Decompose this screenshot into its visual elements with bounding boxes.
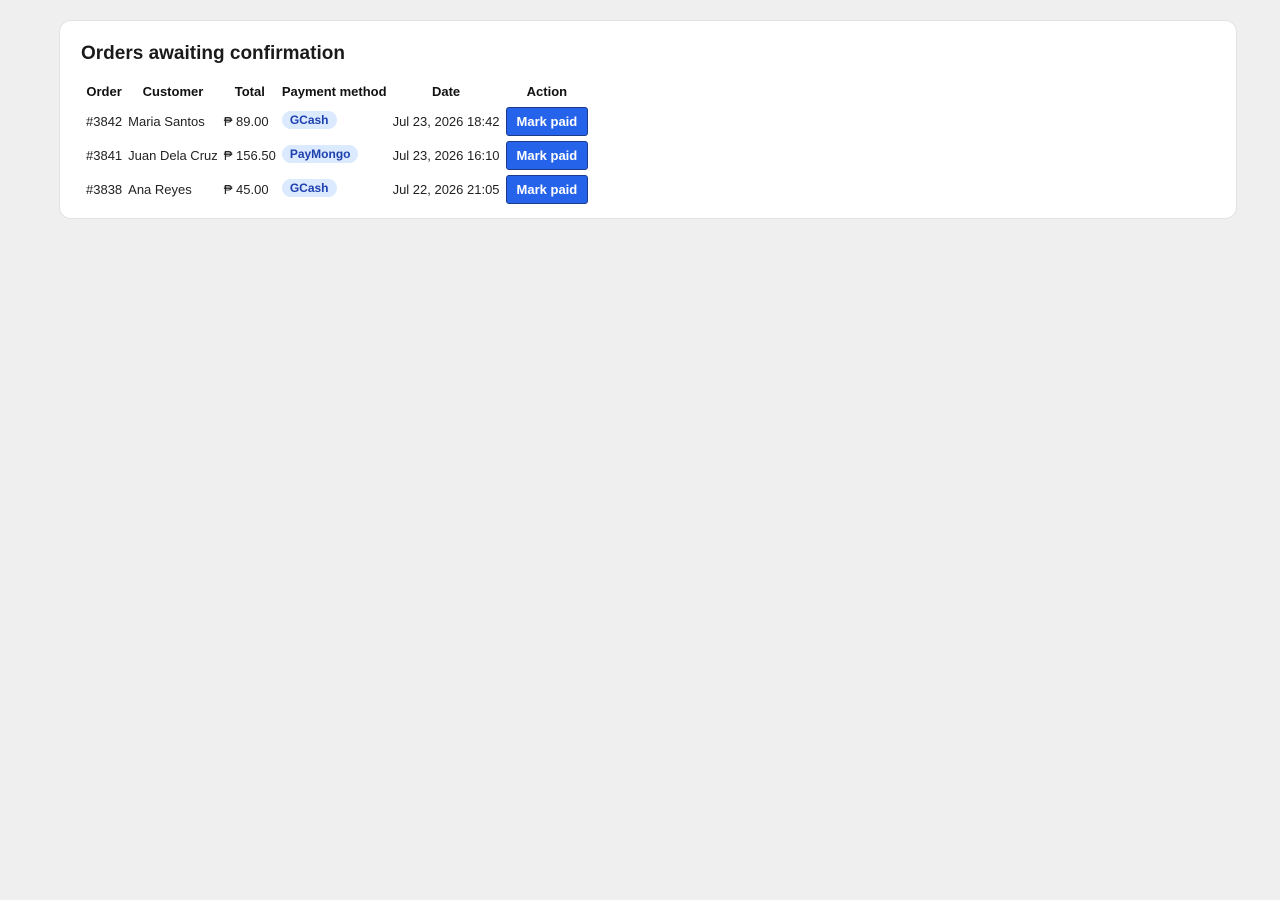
order-date: Jul 23, 2026 16:10: [392, 147, 500, 163]
payment-method-badge: GCash: [281, 111, 337, 129]
payment-method-badge: GCash: [281, 179, 337, 197]
header-customer: Customer: [142, 83, 204, 99]
orders-card: Orders awaiting confirmation Order Custo…: [59, 20, 1237, 219]
table-row: #3842 Maria Santos ₱ 89.00 GCash Jul 23,…: [84, 105, 590, 137]
table-row: #3838 Ana Reyes ₱ 45.00 GCash Jul 22, 20…: [84, 173, 590, 205]
mark-paid-button[interactable]: Mark paid: [505, 140, 589, 170]
order-id: #3838: [86, 181, 123, 197]
customer-name: Maria Santos: [128, 113, 205, 129]
order-id: #3841: [86, 147, 123, 163]
action-cell: Mark paid: [504, 105, 591, 137]
page-title: Orders awaiting confirmation: [81, 43, 345, 64]
action-cell: Mark paid: [504, 173, 591, 205]
header-order: Order: [86, 83, 122, 99]
table-header-row: Order Customer Total Payment method Date…: [84, 79, 590, 103]
header-date: Date: [431, 83, 461, 99]
header-payment-method: Payment method: [281, 83, 387, 99]
mark-paid-button[interactable]: Mark paid: [505, 106, 589, 136]
payment-method-cell: GCash: [280, 105, 389, 137]
mark-paid-button[interactable]: Mark paid: [505, 174, 589, 204]
header-action: Action: [526, 83, 568, 99]
order-total: ₱ 156.50: [223, 147, 276, 163]
table-row: #3841 Juan Dela Cruz ₱ 156.50 PayMongo J…: [84, 139, 590, 171]
order-total: ₱ 89.00: [223, 113, 269, 129]
payment-method-badge: PayMongo: [281, 145, 359, 163]
payment-method-cell: GCash: [280, 173, 389, 205]
customer-name: Juan Dela Cruz: [128, 147, 218, 163]
action-cell: Mark paid: [504, 139, 591, 171]
order-date: Jul 22, 2026 21:05: [392, 181, 500, 197]
order-date: Jul 23, 2026 18:42: [392, 113, 500, 129]
orders-table: Order Customer Total Payment method Date…: [82, 77, 592, 207]
header-total: Total: [234, 83, 265, 99]
order-id: #3842: [86, 113, 123, 129]
payment-method-cell: PayMongo: [280, 139, 389, 171]
customer-name: Ana Reyes: [128, 181, 192, 197]
order-total: ₱ 45.00: [223, 181, 269, 197]
